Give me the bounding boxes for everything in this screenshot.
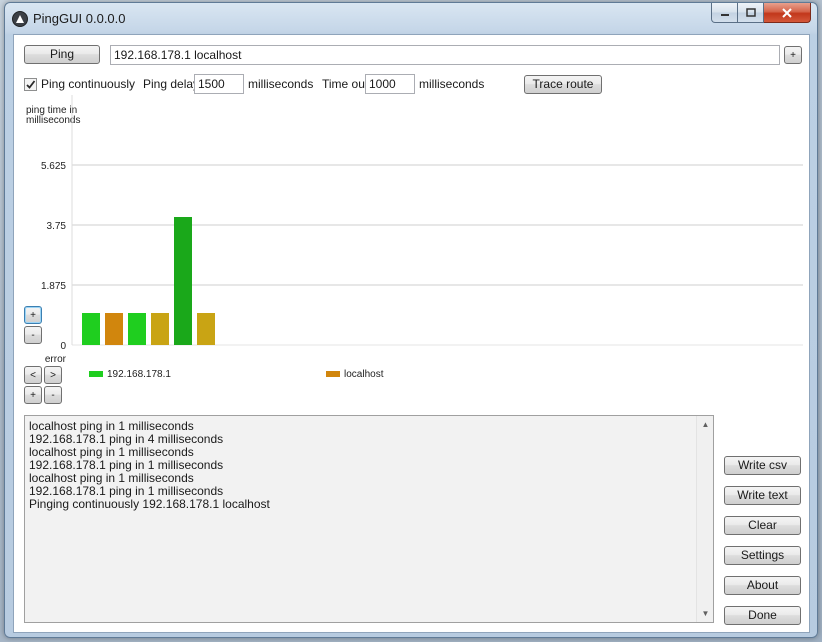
- ping-time-chart: ping time inmilliseconds01.8753.755.625e…: [26, 95, 803, 380]
- client-area: Ping + Ping continuously Ping delay mill…: [13, 34, 810, 633]
- log-lines: localhost ping in 1 milliseconds 192.168.…: [29, 420, 695, 511]
- log-line: Pinging continuously 192.168.178.1 local…: [29, 497, 270, 511]
- title-bar[interactable]: PingGUI 0.0.0.0: [5, 3, 817, 33]
- chart-zoom-in-button[interactable]: +: [24, 306, 42, 324]
- bar-192-168-178-1: [174, 217, 192, 345]
- chart-scroll-right-button[interactable]: >: [44, 366, 62, 384]
- log-scrollbar[interactable]: ▲ ▼: [696, 416, 713, 622]
- chart-zoom-out-button[interactable]: -: [24, 326, 42, 344]
- settings-button[interactable]: Settings: [724, 546, 801, 565]
- clear-button[interactable]: Clear: [724, 516, 801, 535]
- bar-localhost: [197, 313, 215, 345]
- legend-label: localhost: [344, 369, 384, 380]
- bar-192-168-178-1: [128, 313, 146, 345]
- scroll-up-arrow-icon[interactable]: ▲: [697, 416, 714, 433]
- y-error-label: error: [45, 354, 67, 365]
- bar-192-168-178-1: [82, 313, 100, 345]
- app-logo-icon: [12, 11, 28, 27]
- chart-remove-button[interactable]: -: [44, 386, 62, 404]
- app-window: PingGUI 0.0.0.0 Ping + Ping continuously…: [4, 2, 818, 638]
- legend-swatch: [89, 371, 103, 377]
- maximize-button[interactable]: [738, 3, 764, 23]
- y-tick-label: 3.75: [47, 221, 67, 232]
- window-title: PingGUI 0.0.0.0: [33, 11, 126, 26]
- minimize-icon: [720, 13, 729, 16]
- chart-add-button[interactable]: +: [24, 386, 42, 404]
- maximize-icon: [745, 8, 756, 17]
- about-button[interactable]: About: [724, 576, 801, 595]
- scroll-down-arrow-icon[interactable]: ▼: [697, 605, 714, 622]
- bar-localhost: [151, 313, 169, 345]
- legend-swatch: [326, 371, 340, 377]
- done-button[interactable]: Done: [724, 606, 801, 625]
- y-tick-label: 5.625: [41, 161, 66, 172]
- chart-scroll-left-button[interactable]: <: [24, 366, 42, 384]
- bar-localhost: [105, 313, 123, 345]
- legend-label: 192.168.178.1: [107, 369, 171, 380]
- close-icon: [782, 7, 792, 18]
- minimize-button[interactable]: [711, 3, 738, 23]
- y-tick-label: 0: [60, 341, 66, 352]
- write-csv-button[interactable]: Write csv: [724, 456, 801, 475]
- ping-log[interactable]: localhost ping in 1 milliseconds 192.168.…: [24, 415, 714, 623]
- y-tick-label: 1.875: [41, 281, 66, 292]
- write-text-button[interactable]: Write text: [724, 486, 801, 505]
- close-button[interactable]: [764, 3, 811, 23]
